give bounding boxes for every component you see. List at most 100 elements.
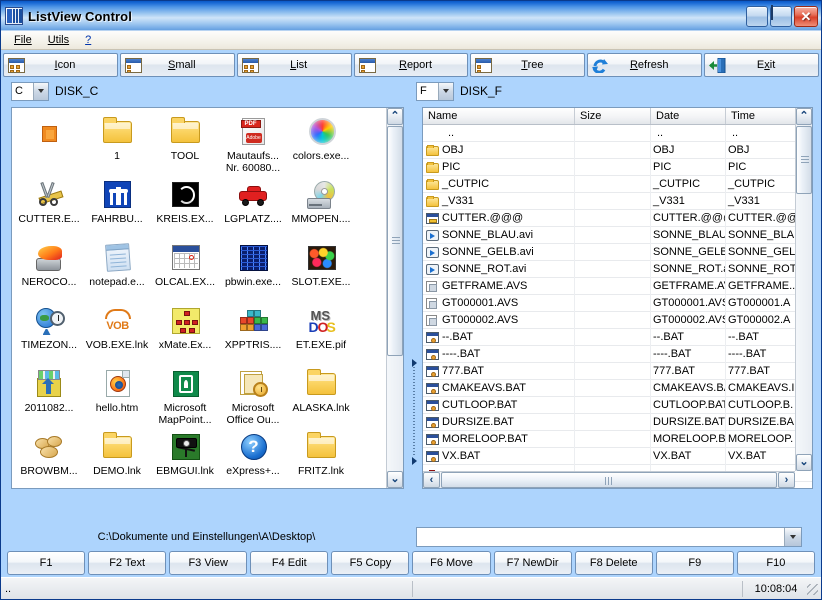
- icon-item[interactable]: eXpress+...: [220, 427, 286, 488]
- icon-item[interactable]: EBMGUI.lnk: [152, 427, 218, 488]
- toolbar-button-refresh[interactable]: Refresh: [587, 53, 703, 77]
- table-row[interactable]: VX.BAT VX.BAT VX.BAT: [423, 447, 812, 465]
- chevron-down-icon[interactable]: [33, 82, 48, 100]
- icon-item[interactable]: FRITZ.lnk: [288, 427, 354, 488]
- icon-item[interactable]: PDF Adobe Mautaufs... Nr. 60080...: [220, 112, 286, 175]
- table-row[interactable]: CUTLOOP.BAT CUTLOOP.BAT CUTLOOP.B.: [423, 396, 812, 414]
- function-key-f3[interactable]: F3 View: [169, 551, 248, 575]
- icon-item[interactable]: NEROCO...: [16, 238, 82, 301]
- icon-item[interactable]: VOB VOB.EXE.lnk: [84, 301, 150, 364]
- toolbar-button-icon[interactable]: IIconcon: [3, 53, 118, 77]
- icon-item[interactable]: ALASKA.lnk: [288, 364, 354, 427]
- table-row[interactable]: _CUTPIC _CUTPIC _CUTPIC: [423, 175, 812, 193]
- icon-item[interactable]: 1: [84, 112, 150, 175]
- table-row[interactable]: OBJ OBJ OBJ: [423, 141, 812, 159]
- function-key-f2[interactable]: F2 Text: [88, 551, 167, 575]
- icon-item[interactable]: BROWBM...: [16, 427, 82, 488]
- function-key-f1[interactable]: F1: [7, 551, 86, 575]
- icon-item[interactable]: MS D O S ET.EXE.pif: [288, 301, 354, 364]
- icon-item[interactable]: 2011082...: [16, 364, 82, 427]
- icon-item[interactable]: pbwin.exe...: [220, 238, 286, 301]
- table-row[interactable]: _V331 _V331 _V331: [423, 192, 812, 210]
- toolbar-button-report[interactable]: Report: [353, 53, 469, 77]
- icon-item[interactable]: colors.exe...: [288, 112, 354, 175]
- maximize-button[interactable]: [770, 4, 792, 27]
- icon-item[interactable]: XPPTRIS....: [220, 301, 286, 364]
- icon-item[interactable]: FAHRBU...: [84, 175, 150, 238]
- function-key-f8[interactable]: F8 Delete: [574, 551, 653, 575]
- menu-item-file[interactable]: File: [7, 33, 39, 47]
- icon-item[interactable]: KREIS.EX...: [152, 175, 218, 238]
- table-row[interactable]: CMAKEAVS.BATCMAKEAVS.BATCMAKEAVS.I: [423, 379, 812, 397]
- icon-item[interactable]: TIMEZON...: [16, 301, 82, 364]
- function-key-f5[interactable]: F5 Copy: [331, 551, 410, 575]
- toolbar-button-exit[interactable]: Exit: [704, 53, 820, 77]
- table-row[interactable]: MORELOOP.BATMORELOOP.BATMORELOOP.: [423, 430, 812, 448]
- scroll-down-button[interactable]: ⌄: [796, 454, 812, 471]
- scroll-thumb[interactable]: [441, 472, 777, 488]
- right-pane-horizontal-scrollbar[interactable]: ‹ ›: [423, 471, 795, 488]
- function-key-f6[interactable]: F6 Move: [412, 551, 491, 575]
- column-header-name[interactable]: Name: [423, 108, 575, 124]
- scroll-thumb[interactable]: [387, 126, 403, 356]
- scroll-left-button[interactable]: ‹: [423, 472, 440, 488]
- function-key-f4[interactable]: F4 Edit: [250, 551, 329, 575]
- table-row[interactable]: --.BAT --.BAT --.BAT: [423, 328, 812, 346]
- right-pane-vertical-scrollbar[interactable]: ⌃ ⌄: [795, 108, 812, 471]
- path-combo-box[interactable]: [416, 527, 802, 547]
- scroll-right-button[interactable]: ›: [778, 472, 795, 488]
- table-row[interactable]: CUTTER.@@@CUTTER.@@@CUTTER.@@: [423, 209, 812, 227]
- menu-item-utils[interactable]: Utils: [41, 33, 76, 47]
- left-pane-vertical-scrollbar[interactable]: ⌃ ⌄: [386, 108, 403, 488]
- menu-item-help[interactable]: ?: [78, 33, 98, 47]
- scroll-up-button[interactable]: ⌃: [796, 108, 812, 125]
- pane-splitter[interactable]: [410, 359, 418, 465]
- close-button[interactable]: ✕: [794, 5, 818, 27]
- toolbar-button-list[interactable]: List: [236, 53, 352, 77]
- function-key-f10[interactable]: F10: [736, 551, 815, 575]
- drive-combo-right[interactable]: F: [416, 81, 454, 101]
- icon-item[interactable]: CUTTER.E...: [16, 175, 82, 238]
- scroll-thumb[interactable]: [796, 126, 812, 194]
- icon-item[interactable]: notepad.e...: [84, 238, 150, 301]
- table-row[interactable]: GT000001.AVS GT000001.AVS GT000001.A: [423, 294, 812, 312]
- table-row[interactable]: 777.BAT 777.BAT 777.BAT: [423, 362, 812, 380]
- column-header-date[interactable]: Date: [651, 108, 726, 124]
- icon-item[interactable]: Microsoft MapPoint...: [152, 364, 218, 427]
- icon-item[interactable]: SLOT.EXE...: [288, 238, 354, 301]
- icon-item[interactable]: TOOL: [152, 112, 218, 175]
- table-row[interactable]: SONNE_ROT.aviSONNE_ROT.aviSONNE_ROT: [423, 260, 812, 278]
- function-key-f9[interactable]: F9: [655, 551, 734, 575]
- column-header-size[interactable]: Size: [575, 108, 651, 124]
- icon-list[interactable]: 1 TOOL PDF Adobe Mautaufs... Nr. 60080... col…: [12, 108, 403, 488]
- table-row[interactable]: ----.BAT ----.BAT ----.BAT: [423, 345, 812, 363]
- icon-item[interactable]: hello.htm: [84, 364, 150, 427]
- minimize-button[interactable]: [746, 5, 768, 27]
- chevron-down-icon[interactable]: [438, 82, 453, 100]
- scroll-up-button[interactable]: ⌃: [387, 108, 403, 125]
- listview-body[interactable]: ...... OBJ OBJ OBJ PIC PIC PIC _CUTPIC _CUTPIC _C…: [423, 125, 812, 488]
- chevron-down-icon[interactable]: [784, 528, 801, 546]
- scroll-down-button[interactable]: ⌄: [387, 471, 403, 488]
- title-bar[interactable]: ListView Control ✕: [1, 1, 821, 31]
- left-icon-pane[interactable]: 1 TOOL PDF Adobe Mautaufs... Nr. 60080... col…: [11, 107, 404, 489]
- toolbar-button-tree[interactable]: Tree: [470, 53, 586, 77]
- table-row[interactable]: SONNE_BLAU.aviSONNE_BLAU.aviSONNE_BLA: [423, 226, 812, 244]
- icon-item[interactable]: OLCAL.EX...: [152, 238, 218, 301]
- resize-grip-icon[interactable]: [805, 582, 819, 596]
- drive-combo-left[interactable]: C: [11, 81, 49, 101]
- table-row[interactable]: GETFRAME.AVSGETFRAME.AVSGETFRAME..: [423, 277, 812, 295]
- table-row[interactable]: ......: [423, 125, 812, 142]
- icon-item[interactable]: xMate.Ex...: [152, 301, 218, 364]
- table-row[interactable]: PIC PIC PIC: [423, 158, 812, 176]
- table-row[interactable]: DURSIZE.BAT DURSIZE.BAT DURSIZE.BA: [423, 413, 812, 431]
- icon-item[interactable]: LGPLATZ....: [220, 175, 286, 238]
- column-header-time[interactable]: Time: [726, 108, 798, 124]
- icon-item[interactable]: MMOPEN....: [288, 175, 354, 238]
- icon-item[interactable]: DEMO.lnk: [84, 427, 150, 488]
- function-key-f7[interactable]: F7 NewDir: [493, 551, 572, 575]
- right-list-pane[interactable]: Name Size Date Time ...... OBJ OBJ OBJ PIC PIC PI…: [422, 107, 813, 489]
- table-row[interactable]: SONNE_GELB.aviSONNE_GELB.aviSONNE_GEL: [423, 243, 812, 261]
- icon-item[interactable]: Microsoft Office Ou...: [220, 364, 286, 427]
- icon-item[interactable]: [16, 112, 82, 175]
